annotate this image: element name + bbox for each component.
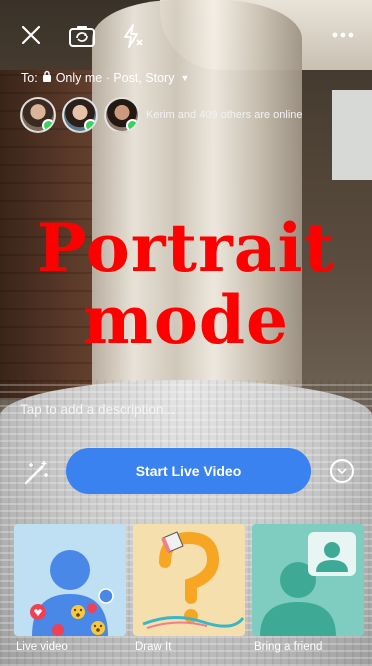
- avatar: [104, 97, 140, 133]
- start-live-video-button[interactable]: Start Live Video: [66, 448, 311, 494]
- flash-off-icon[interactable]: [118, 22, 146, 50]
- bring-a-friend-card-label: Bring a friend: [254, 641, 323, 653]
- bring-friend-illustration: [252, 524, 364, 636]
- online-indicator: [84, 119, 96, 131]
- flip-camera-icon[interactable]: [66, 22, 98, 50]
- online-indicator: [42, 119, 54, 131]
- description-input[interactable]: Tap to add a description...: [20, 402, 175, 417]
- lock-icon: [42, 70, 52, 85]
- portrait-mode-watermark: Portrait mode: [0, 212, 372, 356]
- audience-value: Only me · Post, Story: [55, 70, 175, 85]
- close-icon[interactable]: [18, 22, 44, 48]
- audience-prefix: To:: [21, 70, 38, 85]
- more-icon[interactable]: [330, 22, 356, 48]
- bring-a-friend-card[interactable]: [252, 524, 364, 636]
- draw-it-card-label: Draw It: [135, 641, 172, 653]
- live-video-card[interactable]: [14, 524, 126, 636]
- audience-selector[interactable]: To: Only me · Post, Story ▼: [21, 70, 189, 85]
- draw-it-illustration: [133, 524, 245, 636]
- watermark-line-2: mode: [83, 281, 289, 359]
- online-indicator: [126, 119, 138, 131]
- watermark-line-1: Portrait: [36, 209, 336, 287]
- online-friends: Kerim and 409 others are online: [20, 97, 303, 133]
- online-text: Kerim and 409 others are online: [146, 109, 303, 121]
- chevron-down-icon[interactable]: [330, 459, 354, 483]
- live-video-screen: To: Only me · Post, Story ▼ Kerim and 40…: [0, 0, 372, 666]
- draw-it-card[interactable]: [133, 524, 245, 636]
- window: [332, 90, 372, 180]
- live-video-illustration: [14, 524, 126, 636]
- live-video-card-label: Live video: [16, 641, 68, 653]
- magic-wand-icon[interactable]: [22, 459, 50, 487]
- avatar: [62, 97, 98, 133]
- avatar: [20, 97, 56, 133]
- caret-down-icon: ▼: [180, 72, 190, 83]
